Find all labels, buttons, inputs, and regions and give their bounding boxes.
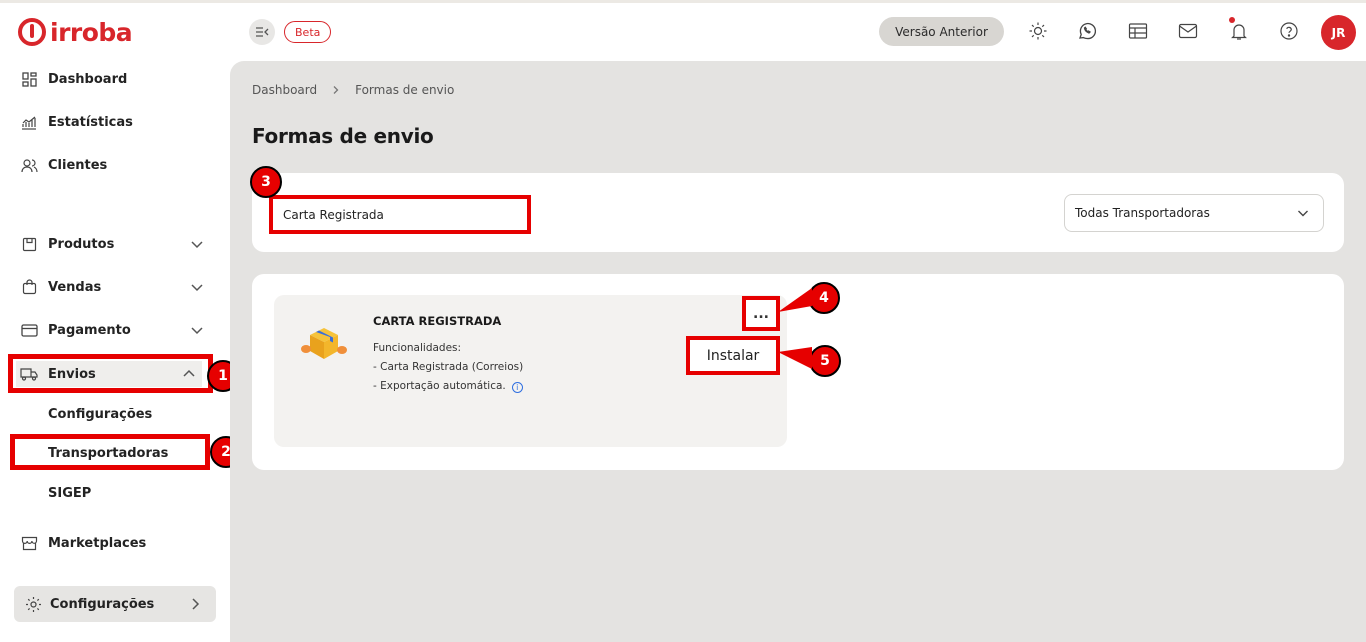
breadcrumb-separator-icon xyxy=(333,86,339,94)
package-icon xyxy=(300,325,348,365)
page-title: Formas de envio xyxy=(252,124,434,148)
features-title: Funcionalidades: xyxy=(373,342,462,354)
calendar-icon[interactable] xyxy=(1127,20,1149,42)
info-icon[interactable]: i xyxy=(511,382,523,393)
sidebar-item-clientes[interactable]: Clientes xyxy=(20,152,210,178)
annotation-badge-4: 4 xyxy=(808,282,840,314)
store-icon xyxy=(20,534,38,552)
collapse-icon xyxy=(256,27,269,37)
sidebar-item-dashboard[interactable]: Dashboard xyxy=(20,66,210,92)
feature-item: - Exportação automática. i xyxy=(373,380,523,393)
sun-icon[interactable] xyxy=(1027,20,1049,42)
breadcrumb-current: Formas de envio xyxy=(355,83,455,97)
annotation-pointer-5 xyxy=(778,347,812,369)
carrier-select[interactable]: Todas Transportadoras xyxy=(1064,194,1324,232)
top-border-line xyxy=(0,0,1366,3)
sidebar-item-label: Vendas xyxy=(48,279,102,295)
breadcrumb-home[interactable]: Dashboard xyxy=(252,83,317,97)
carrier-select-value: Todas Transportadoras xyxy=(1075,206,1210,220)
sidebar-item-label: Dashboard xyxy=(48,71,128,87)
chevron-up-icon xyxy=(183,369,195,377)
feature-item-text: - Exportação automática. xyxy=(373,380,506,392)
avatar[interactable]: JR xyxy=(1321,15,1356,50)
mail-icon[interactable] xyxy=(1177,20,1199,42)
annotation-pointer-4 xyxy=(778,288,812,312)
sidebar-item-label: Produtos xyxy=(48,236,115,252)
logo-text: irroba xyxy=(50,17,133,47)
notification-dot xyxy=(1229,17,1235,23)
more-options-button[interactable]: ... xyxy=(742,296,780,331)
search-input[interactable]: Carta Registrada xyxy=(269,195,531,234)
annotation-badge-5: 5 xyxy=(809,345,841,377)
beta-badge: Beta xyxy=(284,21,332,43)
config-label: Configurações xyxy=(50,596,155,612)
sidebar-item-label: Estatísticas xyxy=(48,114,133,130)
bag-icon xyxy=(20,278,38,296)
collapse-sidebar-button[interactable] xyxy=(249,19,275,45)
sidebar-item-estatisticas[interactable]: Estatísticas xyxy=(20,109,210,135)
brand-logo[interactable]: irroba xyxy=(18,16,133,48)
chart-icon xyxy=(20,113,38,131)
feature-item: - Carta Registrada (Correios) xyxy=(373,361,524,373)
previous-version-button[interactable]: Versão Anterior xyxy=(879,17,1004,46)
whatsapp-icon[interactable] xyxy=(1076,20,1098,42)
chevron-down-icon xyxy=(191,327,203,335)
box-icon xyxy=(20,235,38,253)
gear-icon xyxy=(24,595,42,613)
chevron-right-icon xyxy=(192,598,200,610)
sidebar-item-envios[interactable]: Envios xyxy=(16,361,202,387)
sidebar-item-pagamento[interactable]: Pagamento xyxy=(20,317,210,343)
sidebar-subitem-transportadoras[interactable]: Transportadoras xyxy=(48,446,168,461)
annotation-badge-3: 3 xyxy=(250,166,282,198)
card-icon xyxy=(20,321,38,339)
breadcrumb: Dashboard Formas de envio xyxy=(252,83,454,97)
grid-icon xyxy=(20,70,38,88)
sidebar-item-label: Marketplaces xyxy=(48,535,147,551)
install-button[interactable]: Instalar xyxy=(686,336,780,375)
sidebar-item-marketplaces[interactable]: Marketplaces xyxy=(20,530,210,556)
sidebar-item-label: Clientes xyxy=(48,157,108,173)
sidebar-item-label: Pagamento xyxy=(48,322,131,338)
sidebar-item-label: Envios xyxy=(48,366,96,382)
carrier-name: CARTA REGISTRADA xyxy=(373,314,502,328)
truck-icon xyxy=(20,365,38,383)
chevron-down-icon xyxy=(191,241,203,249)
bell-icon[interactable] xyxy=(1228,20,1250,42)
chevron-down-icon xyxy=(191,284,203,292)
sidebar-subitem-configuracoes[interactable]: Configurações xyxy=(48,407,152,422)
sidebar-subitem-sigep[interactable]: SIGEP xyxy=(48,486,91,501)
sidebar-item-vendas[interactable]: Vendas xyxy=(20,274,210,300)
sidebar-configuracoes-button[interactable]: Configurações xyxy=(14,586,216,622)
logo-mark-icon xyxy=(18,18,46,46)
users-icon xyxy=(20,156,38,174)
help-icon[interactable] xyxy=(1278,20,1300,42)
sidebar-item-produtos[interactable]: Produtos xyxy=(20,231,210,257)
chevron-down-icon xyxy=(1298,210,1308,217)
